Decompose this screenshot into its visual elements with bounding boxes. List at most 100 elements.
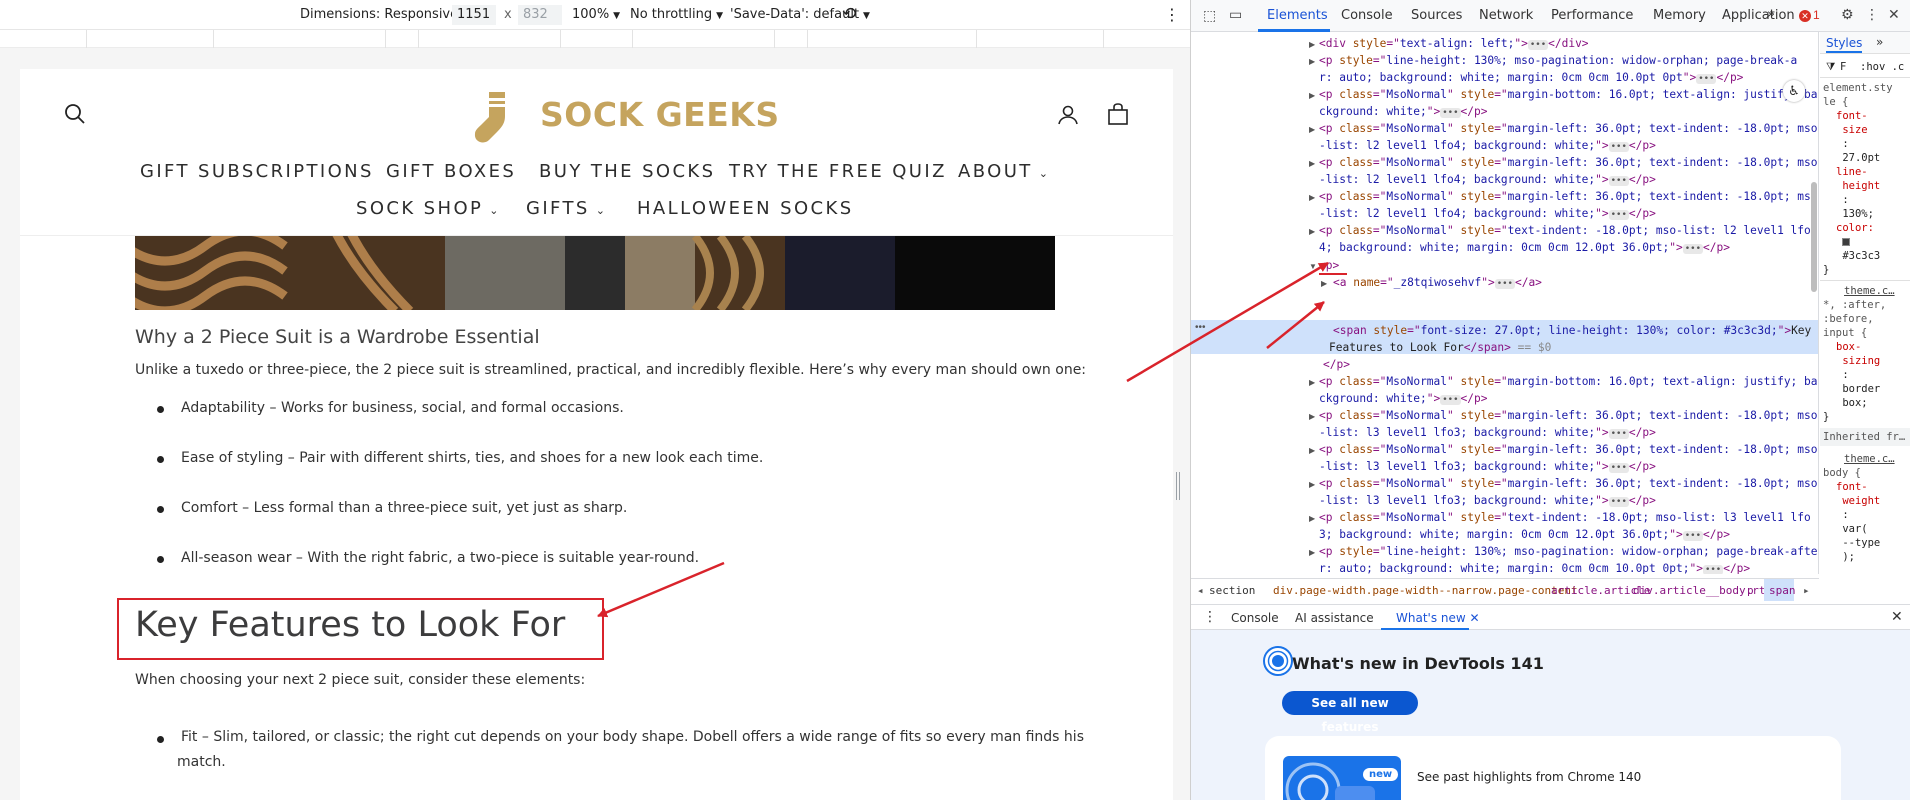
dom-line[interactable]: <p class="MsoNormal" style="margin-left:… [1319, 188, 1818, 205]
account-icon[interactable] [1056, 103, 1080, 127]
expand-triangle-icon[interactable]: ▶ [1309, 227, 1315, 236]
breadcrumb-span[interactable]: span [1769, 584, 1796, 597]
breadcrumb-section[interactable]: section [1209, 584, 1255, 597]
see-all-features-button[interactable]: See all new features [1282, 691, 1418, 734]
style-prop-font-size[interactable]: font- size : 27.0pt [1836, 109, 1880, 165]
expand-triangle-icon[interactable]: ▶ [1309, 378, 1315, 387]
nav-about[interactable]: ABOUT ⌄ [958, 161, 1050, 182]
drawer-tab-whats-new[interactable]: What's new ✕ [1396, 611, 1480, 625]
expand-triangle-icon[interactable]: ▶ [1309, 446, 1315, 455]
expand-triangle-icon[interactable]: ▶ [1309, 480, 1315, 489]
collapse-triangle-icon[interactable]: ▼ [1309, 262, 1317, 271]
dom-line-p-close[interactable]: </p> [1323, 356, 1350, 373]
elements-scrollbar[interactable] [1811, 182, 1817, 292]
breadcrumb-div-page-width[interactable]: div.page-width.page-width--narrow.page-c… [1273, 584, 1578, 597]
dom-line[interactable]: <p style="line-height: 130%; mso-paginat… [1319, 543, 1817, 560]
expand-triangle-icon[interactable]: ▶ [1309, 193, 1315, 202]
close-devtools-icon[interactable]: ✕ [1888, 6, 1900, 23]
chevron-down-icon: ⌄ [595, 204, 608, 217]
tab-memory[interactable]: Memory [1653, 8, 1706, 23]
breadcrumb-back-icon[interactable]: ◂ [1197, 584, 1204, 597]
filter-icon[interactable]: ⧩ [1826, 60, 1835, 74]
dom-line-p-open[interactable]: <p> [1319, 257, 1339, 274]
drawer-menu-icon[interactable]: ⋮ [1203, 609, 1217, 625]
cart-icon[interactable] [1106, 102, 1130, 126]
close-drawer-icon[interactable]: ✕ [1891, 609, 1903, 625]
more-options-icon[interactable]: ⋮ [1164, 5, 1180, 24]
dom-line-anchor[interactable]: <a name="_z8tqiwosehvf"> ••• </a> [1333, 274, 1542, 291]
styles-filter-input[interactable]: F [1840, 60, 1846, 74]
site-logo-text[interactable]: SOCK GEEKS [540, 95, 780, 134]
tab-sources[interactable]: Sources [1411, 8, 1462, 23]
tab-performance[interactable]: Performance [1551, 8, 1633, 23]
drawer-tab-ai-assistance[interactable]: AI assistance [1295, 611, 1374, 625]
dom-line[interactable]: <div style="text-align: left;"> ••• </div> [1319, 35, 1589, 52]
stylesheet-link[interactable]: theme.c… [1844, 284, 1895, 298]
style-prop-color[interactable]: color: #3c3c3 [1836, 221, 1880, 263]
rotate-icon[interactable]: ⟲ [842, 4, 856, 24]
style-prop-font-weight[interactable]: font- weight : var( --type ); [1836, 480, 1880, 564]
tab-console[interactable]: Console [1341, 8, 1393, 23]
more-tabs-icon[interactable]: » [1767, 7, 1775, 22]
dom-line-wrap: r: auto; background: white; margin: 0cm … [1319, 562, 1751, 574]
hov-toggle[interactable]: :hov .c [1860, 60, 1904, 74]
nav-sock-shop[interactable]: SOCK SHOP ⌄ [356, 198, 501, 219]
error-count-badge[interactable]: ✕ 1 [1799, 8, 1820, 22]
tab-network[interactable]: Network [1479, 8, 1533, 23]
expand-triangle-icon[interactable]: ▶ [1309, 514, 1315, 523]
tab-styles[interactable]: Styles [1826, 36, 1862, 50]
viewport-resize-handle[interactable] [1176, 472, 1180, 500]
node-more-icon[interactable]: ••• [1195, 322, 1206, 333]
nav-buy-the-socks[interactable]: BUY THE SOCKS [539, 161, 715, 182]
expand-triangle-icon[interactable]: ▶ [1309, 91, 1315, 100]
nav-gift-subscriptions[interactable]: GIFT SUBSCRIPTIONS [140, 161, 374, 182]
accessibility-icon[interactable]: ♿ [1783, 80, 1805, 102]
device-toolbar-icon[interactable]: ▭ [1229, 6, 1242, 23]
nav-gifts[interactable]: GIFTS ⌄ [526, 198, 607, 219]
dom-line[interactable]: <p class="MsoNormal" style="text-indent:… [1319, 509, 1811, 526]
stylesheet-link[interactable]: theme.c… [1844, 452, 1895, 466]
dom-line[interactable]: <p class="MsoNormal" style="margin-botto… [1319, 86, 1818, 103]
tab-application[interactable]: Application [1722, 8, 1795, 23]
expand-triangle-icon[interactable]: ▶ [1309, 125, 1315, 134]
style-prop-line-height[interactable]: line- height : 130%; [1836, 165, 1880, 221]
width-input[interactable]: 1151 [452, 5, 496, 25]
nav-halloween-socks[interactable]: HALLOWEEN SOCKS [637, 198, 854, 219]
throttling-dropdown[interactable]: No throttling ▼ [630, 7, 723, 22]
dimensions-dropdown[interactable]: Dimensions: Responsive▼ [300, 7, 469, 22]
settings-gear-icon[interactable]: ⚙ [1841, 6, 1854, 23]
media-query-ruler[interactable] [0, 30, 1190, 48]
dom-line[interactable]: <p class="MsoNormal" style="text-indent:… [1319, 222, 1811, 239]
style-prop-box-sizing[interactable]: box- sizing : border box; [1836, 340, 1880, 410]
tab-elements[interactable]: Elements [1267, 8, 1328, 23]
search-icon[interactable] [63, 102, 87, 126]
drawer-tab-console[interactable]: Console [1231, 611, 1279, 625]
more-style-tabs-icon[interactable]: » [1876, 35, 1883, 49]
height-input[interactable]: 832 [518, 5, 562, 25]
dom-line[interactable]: <p class="MsoNormal" style="margin-left:… [1319, 154, 1818, 171]
dom-line[interactable]: <p class="MsoNormal" style="margin-left:… [1319, 120, 1818, 137]
dom-line-selected-span[interactable]: <span style="font-size: 27.0pt; line-hei… [1333, 322, 1811, 339]
dom-line[interactable]: <p class="MsoNormal" style="margin-left:… [1319, 441, 1818, 458]
nav-gift-boxes[interactable]: GIFT BOXES [386, 161, 516, 182]
expand-triangle-icon[interactable]: ▶ [1309, 57, 1315, 66]
breadcrumb-p[interactable]: p [1747, 584, 1754, 597]
dom-line[interactable]: <p style="line-height: 130%; mso-paginat… [1319, 52, 1797, 69]
zoom-dropdown[interactable]: 100% ▼ [572, 7, 620, 22]
devtools-menu-icon[interactable]: ⋮ [1865, 6, 1879, 23]
breadcrumb-forward-icon[interactable]: ▸ [1803, 584, 1810, 597]
dom-line[interactable]: <p class="MsoNormal" style="margin-left:… [1319, 407, 1818, 424]
expand-triangle-icon[interactable]: ▶ [1309, 159, 1315, 168]
nav-try-the-free-quiz[interactable]: TRY THE FREE QUIZ [729, 161, 947, 182]
dom-line[interactable]: <p class="MsoNormal" style="margin-botto… [1319, 373, 1818, 390]
error-icon: ✕ [1799, 10, 1811, 22]
ruler-segment [976, 30, 977, 48]
expand-triangle-icon[interactable]: ▶ [1309, 40, 1315, 49]
expand-triangle-icon[interactable]: ▶ [1321, 279, 1327, 288]
color-swatch[interactable] [1842, 238, 1851, 246]
expand-triangle-icon[interactable]: ▶ [1309, 548, 1315, 557]
dom-line[interactable]: <p class="MsoNormal" style="margin-left:… [1319, 475, 1818, 492]
close-tab-icon[interactable]: ✕ [1470, 611, 1480, 625]
expand-triangle-icon[interactable]: ▶ [1309, 412, 1315, 421]
inspect-element-icon[interactable]: ⬚ [1203, 7, 1216, 24]
